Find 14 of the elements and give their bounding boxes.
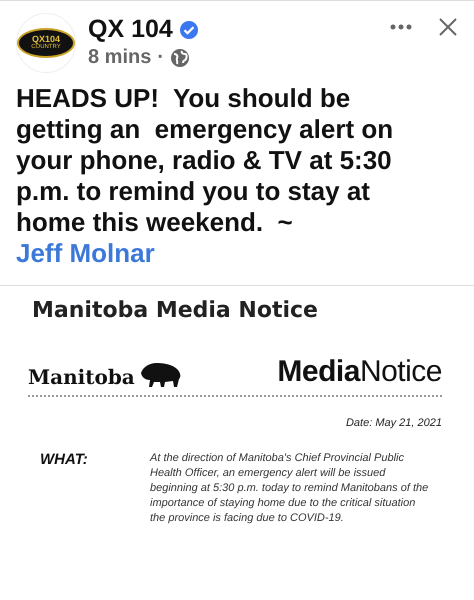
bison-icon <box>138 361 183 389</box>
more-options-icon[interactable] <box>390 24 412 30</box>
close-icon[interactable] <box>438 17 458 37</box>
section-text: At the direction of Manitoba's Chief Provincial Public Health Officer, an emergency alert will be issued beginning at 5:30 p.m. today to remind Manitobans of the importance of staying home due to the critical situation the province is facing due to COVID-19. <box>150 451 430 526</box>
post-time[interactable]: 8 mins <box>88 46 152 69</box>
document-title: Manitoba Media Notice <box>32 298 319 323</box>
separator-dot: · <box>157 46 164 69</box>
mention-link[interactable]: Jeff Molnar <box>16 238 155 268</box>
notice-date: Date: May 21, 2021 <box>346 417 442 429</box>
page-name[interactable]: QX 104 <box>88 15 173 44</box>
post-text: HEADS UP! You should be getting an emergency alert on your phone, radio & TV at 5:30 p.m. to remind you to stay at home this weekend. ~ Jeff Molnar <box>16 83 394 269</box>
media-notice-wordmark: MediaNotice <box>277 355 442 389</box>
brand-wordmark: Manitoba <box>28 365 135 389</box>
section-label: WHAT: <box>40 451 89 470</box>
